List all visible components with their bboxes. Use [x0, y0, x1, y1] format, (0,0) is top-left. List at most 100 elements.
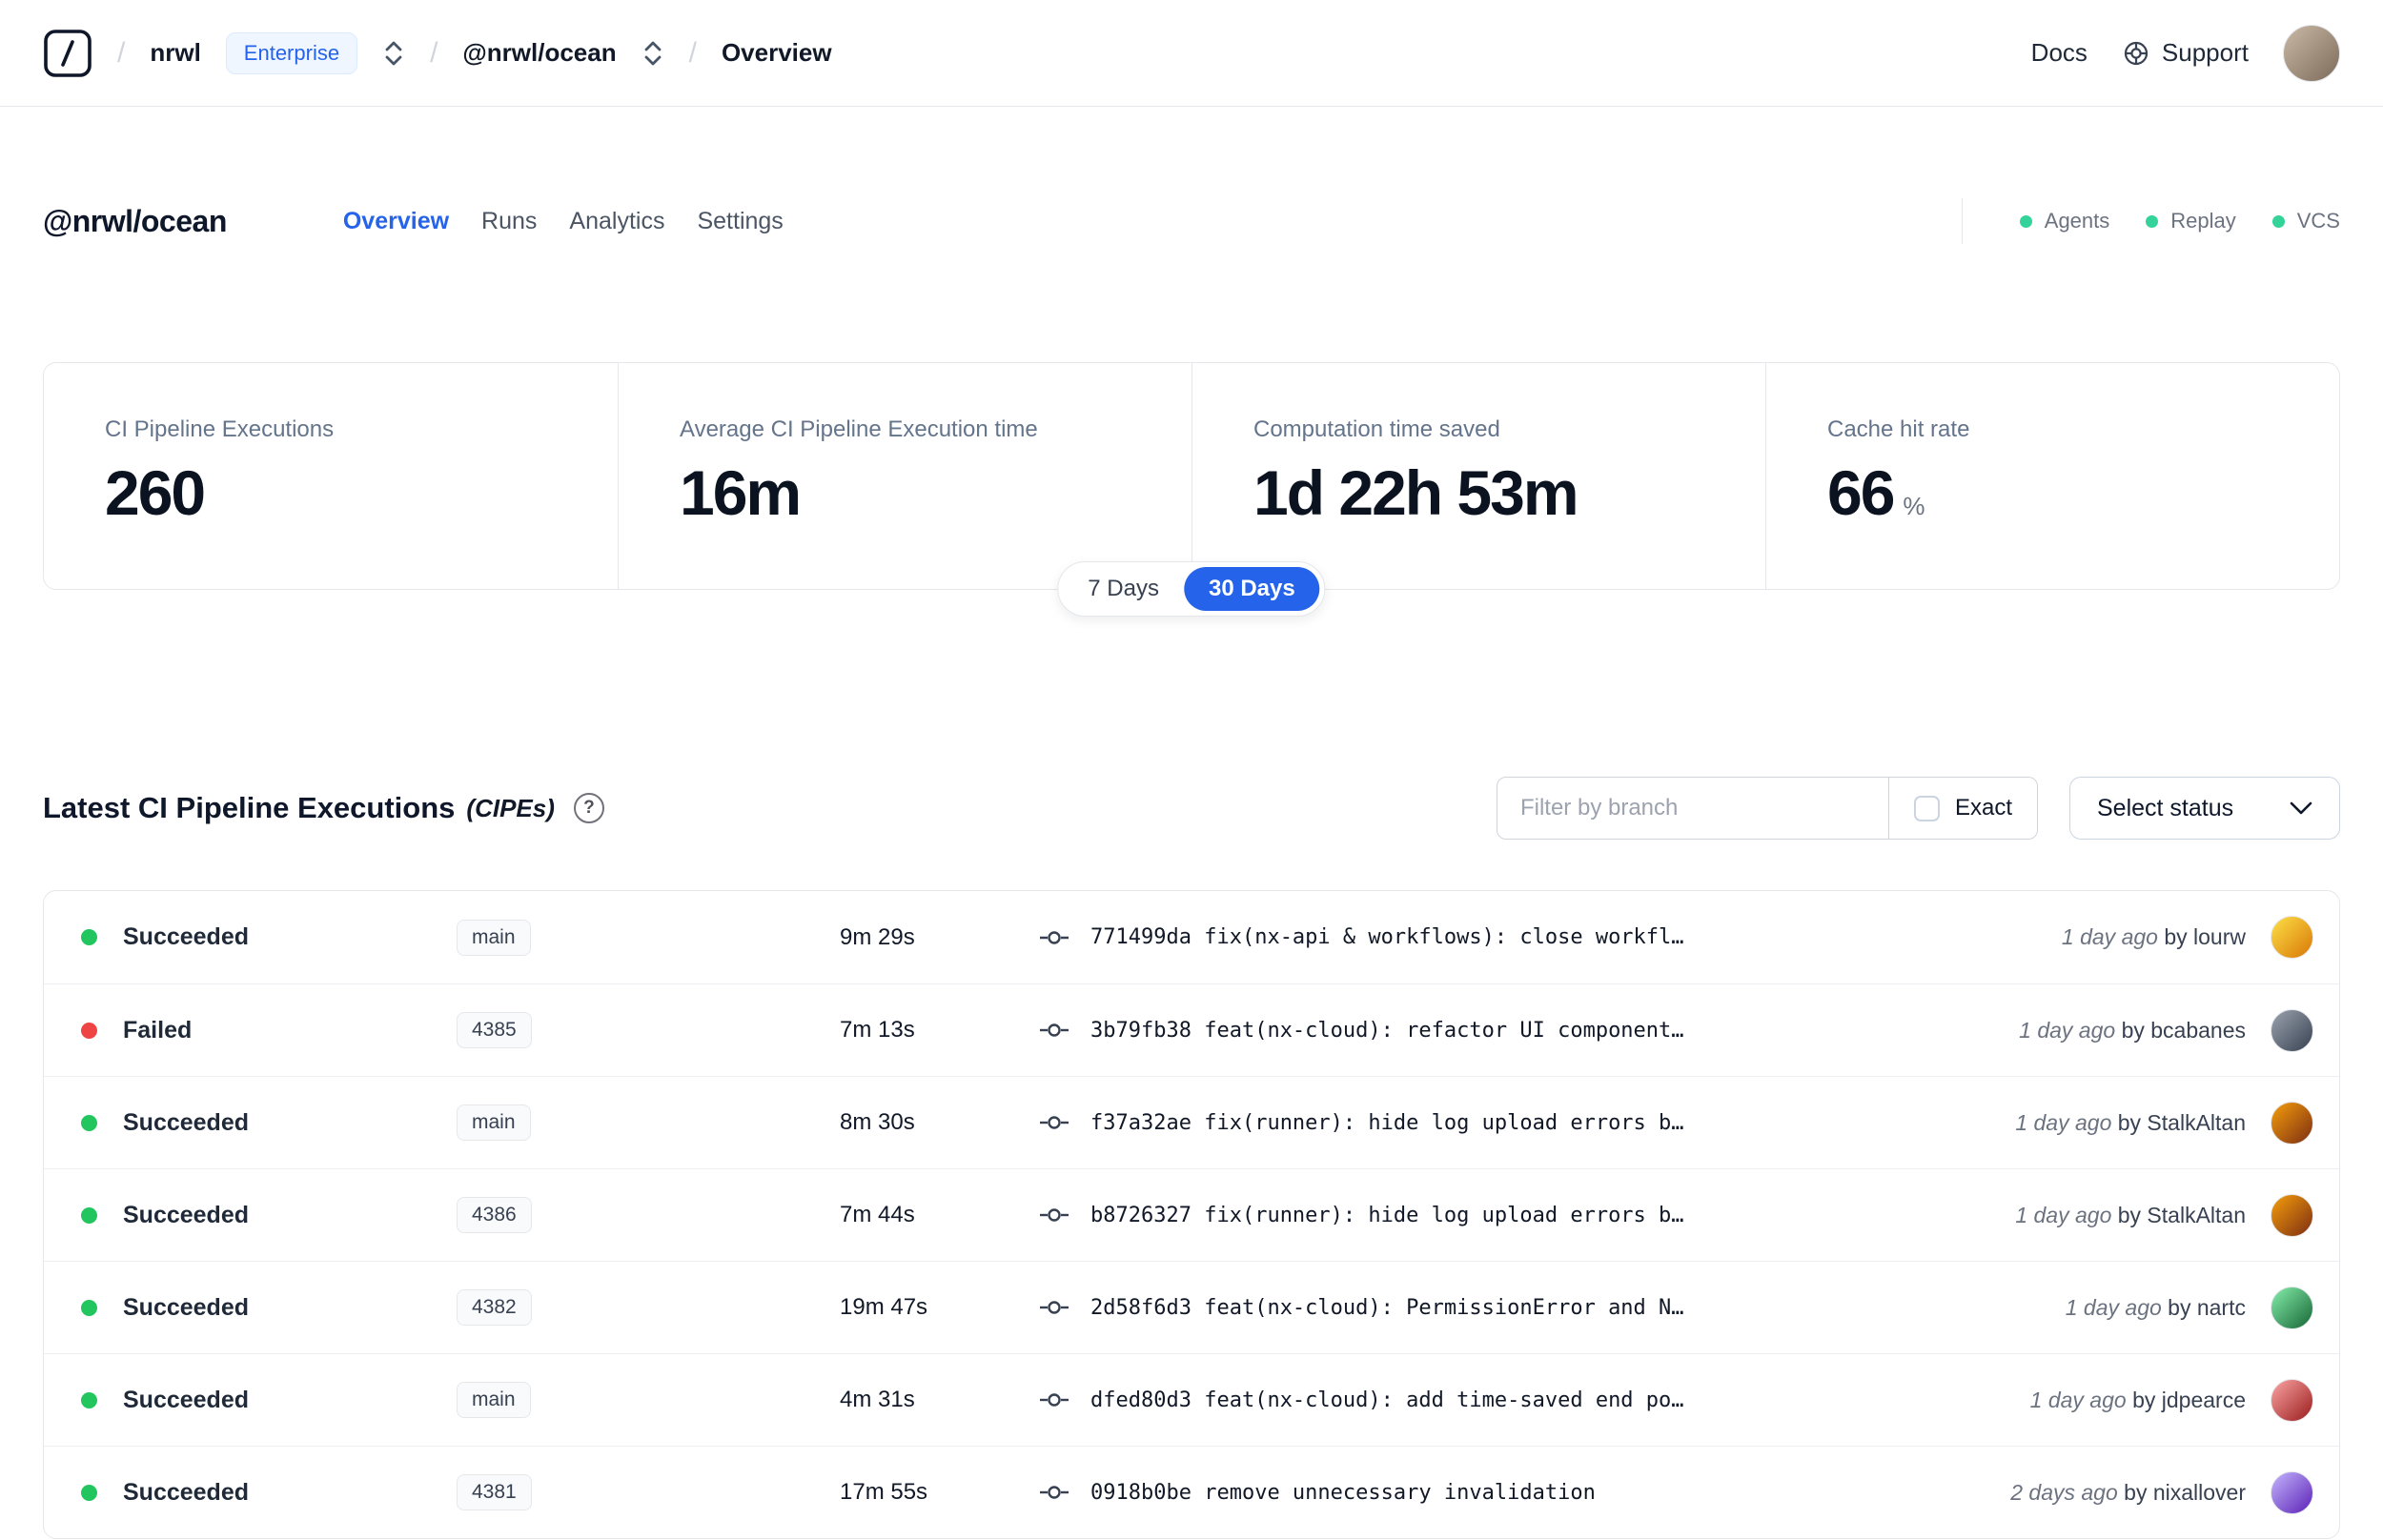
avatar[interactable] — [2271, 1470, 2313, 1514]
table-row[interactable]: Failed 4385 7m 13s 3b79fb38 feat(nx-clou… — [44, 983, 2339, 1076]
current-page-crumb: Overview — [721, 38, 832, 67]
meta-cell: 1 day ago by lourw — [2033, 924, 2246, 950]
status-label: Succeeded — [123, 1108, 250, 1136]
stat-value: 66% — [1827, 457, 1925, 528]
stats-cards: CI Pipeline Executions 260 Average CI Pi… — [43, 362, 2340, 617]
time-ago: 1 day ago — [2015, 1109, 2112, 1135]
meta-cell: 1 day ago by jdpearce — [2002, 1388, 2246, 1413]
commit-message[interactable]: 2d58f6d3 feat(nx-cloud): PermissionError… — [1090, 1296, 1684, 1320]
commit-message[interactable]: f37a32ae fix(runner): hide log upload er… — [1090, 1111, 1684, 1135]
branch-cell: main — [457, 1104, 840, 1141]
status-cell: Succeeded — [81, 923, 457, 951]
author[interactable]: by nixallover — [2124, 1480, 2246, 1505]
author[interactable]: by lourw — [2164, 924, 2246, 949]
support-link[interactable]: Support — [2122, 38, 2249, 68]
branch-filter-input[interactable] — [1496, 777, 1889, 840]
exact-match-control[interactable]: Exact — [1888, 777, 2038, 840]
branch-badge[interactable]: main — [457, 1104, 531, 1141]
commit-cell: 0918b0be remove unnecessary invalidation — [1039, 1481, 1982, 1505]
author[interactable]: by StalkAltan — [2118, 1203, 2246, 1227]
app-logo[interactable] — [43, 29, 92, 78]
status-label: Agents — [2044, 209, 2110, 233]
section-title: Latest CI Pipeline Executions — [43, 791, 456, 824]
status-dot — [81, 1022, 97, 1039]
table-row[interactable]: Succeeded 4382 19m 47s 2d58f6d3 feat(nx-… — [44, 1261, 2339, 1353]
exact-checkbox[interactable] — [1913, 795, 1940, 821]
stat-value: 260 — [105, 457, 206, 528]
tab-runs[interactable]: Runs — [481, 208, 537, 235]
duration: 7m 44s — [840, 1202, 915, 1227]
org-switcher[interactable] — [382, 36, 405, 71]
table-row[interactable]: Succeeded 4386 7m 44s b8726327 fix(runne… — [44, 1168, 2339, 1261]
status-dot — [2271, 214, 2285, 228]
range-7-days[interactable]: 7 Days — [1063, 567, 1184, 611]
avatar[interactable] — [2271, 1286, 2313, 1329]
status-label: Succeeded — [123, 1478, 250, 1506]
help-icon[interactable]: ? — [573, 793, 604, 823]
status-vcs[interactable]: VCS — [2271, 209, 2340, 233]
meta-cell: 1 day ago by nartc — [2037, 1295, 2246, 1321]
author[interactable]: by bcabanes — [2122, 1018, 2246, 1043]
status-cell: Succeeded — [81, 1387, 457, 1414]
workspace-name[interactable]: @nrwl/ocean — [462, 38, 616, 68]
avatar[interactable] — [2271, 1008, 2313, 1052]
range-30-days[interactable]: 30 Days — [1183, 567, 1320, 611]
duration: 17m 55s — [840, 1479, 928, 1505]
tab-overview[interactable]: Overview — [343, 208, 449, 235]
commit-message[interactable]: 3b79fb38 feat(nx-cloud): refactor UI com… — [1090, 1019, 1684, 1043]
stat-label: Cache hit rate — [1827, 416, 1970, 442]
time-ago: 2 days ago — [2010, 1479, 2118, 1505]
avatar[interactable] — [2271, 1101, 2313, 1145]
tab-settings[interactable]: Settings — [697, 208, 783, 235]
commit-cell: 2d58f6d3 feat(nx-cloud): PermissionError… — [1039, 1296, 2037, 1320]
tab-analytics[interactable]: Analytics — [569, 208, 664, 235]
commit-hash: 0918b0be — [1090, 1480, 1192, 1505]
stat-label: Average CI Pipeline Execution time — [680, 416, 1038, 442]
status-label: Succeeded — [123, 923, 250, 950]
status-cell: Succeeded — [81, 1294, 457, 1322]
select-status-label: Select status — [2097, 794, 2234, 821]
commit-message[interactable]: 771499da fix(nx-api & workflows): close … — [1090, 925, 1684, 949]
duration: 19m 47s — [840, 1294, 928, 1320]
author[interactable]: by nartc — [2168, 1295, 2246, 1320]
navbar-actions: Docs Support — [2031, 24, 2340, 82]
chevron-down-icon — [2290, 801, 2312, 815]
branch-badge[interactable]: main — [457, 919, 531, 956]
status-cell: Succeeded — [81, 1479, 457, 1507]
org-name[interactable]: nrwl — [150, 38, 200, 68]
avatar[interactable] — [2271, 1378, 2313, 1422]
select-status-dropdown[interactable]: Select status — [2069, 777, 2340, 840]
avatar[interactable] — [2271, 916, 2313, 959]
branch-badge[interactable]: 4382 — [457, 1289, 532, 1326]
branch-badge[interactable]: 4386 — [457, 1197, 532, 1233]
top-navbar: / nrwl Enterprise / @nrwl/ocean / Overvi… — [0, 0, 2383, 107]
branch-badge[interactable]: main — [457, 1382, 531, 1418]
status-agents[interactable]: Agents — [2019, 209, 2110, 233]
branch-badge[interactable]: 4381 — [457, 1474, 532, 1510]
user-avatar[interactable] — [2283, 24, 2340, 82]
branch-badge[interactable]: 4385 — [457, 1012, 532, 1048]
commit-message[interactable]: b8726327 fix(runner): hide log upload er… — [1090, 1204, 1684, 1227]
commit-cell: dfed80d3 feat(nx-cloud): add time-saved … — [1039, 1388, 2002, 1412]
table-row[interactable]: Succeeded 4381 17m 55s 0918b0be remove u… — [44, 1446, 2339, 1538]
docs-link[interactable]: Docs — [2031, 38, 2088, 68]
author[interactable]: by StalkAltan — [2118, 1110, 2246, 1135]
chevron-updown-icon — [385, 41, 402, 65]
commit-message-text: fix(runner): hide log upload errors b… — [1204, 1203, 1684, 1227]
status-replay[interactable]: Replay — [2146, 209, 2236, 233]
table-row[interactable]: Succeeded main 8m 30s f37a32ae fix(runne… — [44, 1076, 2339, 1168]
status-label: VCS — [2296, 209, 2340, 233]
commit-message[interactable]: dfed80d3 feat(nx-cloud): add time-saved … — [1090, 1388, 1684, 1412]
avatar[interactable] — [2271, 1193, 2313, 1237]
table-row[interactable]: Succeeded main 4m 31s dfed80d3 feat(nx-c… — [44, 1353, 2339, 1446]
meta-cell: 1 day ago by bcabanes — [1990, 1018, 2246, 1044]
table-row[interactable]: Succeeded main 9m 29s 771499da fix(nx-ap… — [44, 891, 2339, 983]
workspace-switcher[interactable] — [642, 36, 664, 71]
commit-message[interactable]: 0918b0be remove unnecessary invalidation — [1090, 1481, 1596, 1505]
commit-message-text: remove unnecessary invalidation — [1204, 1480, 1596, 1505]
status-cell: Failed — [81, 1017, 457, 1044]
status-cell: Succeeded — [81, 1109, 457, 1137]
git-commit-icon — [1040, 1301, 1069, 1314]
author[interactable]: by jdpearce — [2132, 1388, 2246, 1412]
date-range-toggle: 7 Days 30 Days — [1057, 561, 1326, 617]
